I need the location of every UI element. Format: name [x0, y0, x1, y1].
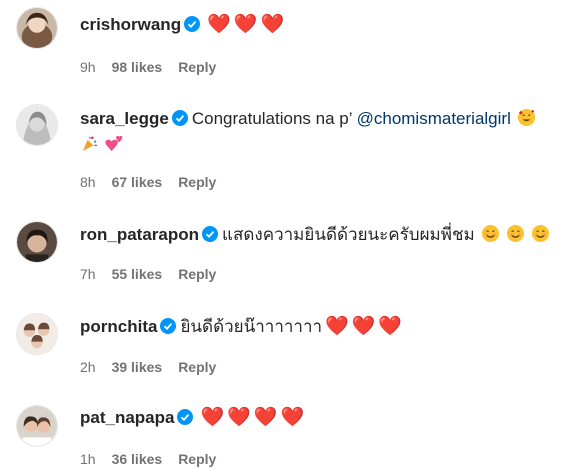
- avatar[interactable]: [16, 313, 58, 355]
- comment-meta: 2h 39 likes Reply: [80, 358, 232, 376]
- verified-badge-icon: [160, 318, 177, 334]
- username[interactable]: ron_patarapon: [80, 225, 199, 244]
- heart-emoji: ❤️: [351, 316, 376, 337]
- timestamp: 8h: [80, 174, 96, 190]
- reply-button[interactable]: Reply: [178, 174, 216, 190]
- likes-count[interactable]: 39 likes: [112, 359, 163, 375]
- heart-emoji: ❤️: [233, 14, 258, 35]
- verified-badge-icon: [184, 16, 201, 32]
- avatar[interactable]: [16, 221, 58, 263]
- likes-count[interactable]: 36 likes: [112, 451, 163, 467]
- comment-meta: 8h 67 likes Reply: [80, 173, 232, 191]
- timestamp: 1h: [80, 451, 96, 467]
- heart-emoji: ❤️: [253, 407, 278, 428]
- comment-meta: 1h 36 likes Reply: [80, 450, 232, 468]
- reply-button[interactable]: Reply: [178, 59, 216, 75]
- two-hearts-icon: [105, 134, 124, 153]
- username[interactable]: pornchita: [80, 317, 157, 336]
- reply-button[interactable]: Reply: [178, 359, 216, 375]
- comment-text: Congratulations na p’: [191, 109, 352, 128]
- comment-line: sara_legge Congratulations na p’ @chomism…: [80, 106, 569, 158]
- reply-button[interactable]: Reply: [178, 451, 216, 467]
- smiling-face-icon: [481, 224, 500, 243]
- username[interactable]: pat_napapa: [80, 408, 174, 427]
- heart-emoji: ❤️: [227, 407, 251, 428]
- comment-text: แสดงความยินดีด้วยนะครับผมพี่ชม: [222, 225, 475, 244]
- heart-emoji: ❤️: [325, 316, 349, 337]
- heart-emoji: ❤️: [207, 14, 231, 35]
- party-popper-icon: [80, 134, 99, 153]
- comment-text: ยินดีด้วยน๊าาาาาาา: [180, 317, 323, 336]
- verified-badge-icon: [171, 110, 188, 126]
- mention-link[interactable]: @chomismaterialgirl: [357, 109, 511, 128]
- username[interactable]: crishorwang: [80, 15, 181, 34]
- avatar[interactable]: [16, 104, 58, 146]
- timestamp: 2h: [80, 359, 96, 375]
- heart-emoji: ❤️: [280, 407, 305, 428]
- comment-line: ron_patarapon แสดงความยินดีด้วยนะครับผมพี…: [80, 222, 569, 248]
- comment-line: crishorwang ❤️ ❤️ ❤️: [80, 12, 569, 38]
- likes-count[interactable]: 55 likes: [112, 266, 163, 282]
- timestamp: 9h: [80, 59, 96, 75]
- verified-badge-icon: [177, 409, 194, 425]
- verified-badge-icon: [202, 226, 219, 242]
- smiling-face-icon: [506, 224, 525, 243]
- comment-meta: 7h 55 likes Reply: [80, 265, 232, 283]
- heart-emoji: ❤️: [378, 316, 403, 337]
- comment-meta: 9h 98 likes Reply: [80, 58, 232, 76]
- heart-emoji: ❤️: [200, 407, 225, 428]
- comment-line: pornchita ยินดีด้วยน๊าาาาาาา ❤️ ❤️ ❤️: [80, 314, 569, 340]
- timestamp: 7h: [80, 266, 96, 282]
- comment-line: pat_napapa ❤️ ❤️ ❤️ ❤️: [80, 405, 569, 431]
- heart-emoji: ❤️: [260, 14, 285, 35]
- smiling-face-with-hearts-icon: [517, 108, 536, 127]
- likes-count[interactable]: 98 likes: [112, 59, 163, 75]
- username[interactable]: sara_legge: [80, 109, 169, 128]
- reply-button[interactable]: Reply: [178, 266, 216, 282]
- avatar[interactable]: [16, 7, 58, 49]
- likes-count[interactable]: 67 likes: [112, 174, 163, 190]
- smiling-face-icon: [531, 224, 550, 243]
- avatar[interactable]: [16, 405, 58, 447]
